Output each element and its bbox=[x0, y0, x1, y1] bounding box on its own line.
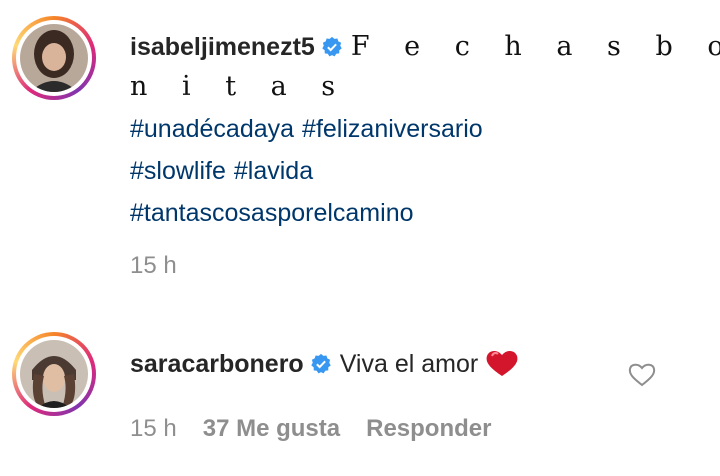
avatar-isabeljimenezt5[interactable] bbox=[12, 16, 96, 100]
caption-text: F e c h a s b o bbox=[350, 31, 720, 62]
reply-button[interactable]: Responder bbox=[366, 415, 491, 442]
comment-isabeljimenezt5: isabeljimenezt5 F e c h a s b o n i t a s… bbox=[0, 0, 720, 300]
comment-time[interactable]: 15 h bbox=[130, 415, 177, 442]
caption-text-continued: n i t a s bbox=[130, 71, 349, 102]
heart-outline-icon[interactable] bbox=[627, 360, 657, 388]
hashtag-link[interactable]: #felizaniversario bbox=[302, 115, 483, 143]
comment-meta: 15 h 37 Me gusta Responder bbox=[130, 415, 700, 443]
avatar-saracarbonero[interactable] bbox=[12, 332, 96, 416]
hashtag-link[interactable]: #tantascosasporelcamino bbox=[130, 199, 414, 227]
verified-badge-icon bbox=[310, 353, 331, 374]
red-heart-emoji bbox=[486, 350, 518, 376]
hashtag-link[interactable]: #slowlife bbox=[130, 157, 226, 185]
comment-saracarbonero: saracarbonero Viva el amor 15 h 37 Me gust… bbox=[0, 318, 720, 476]
comment-text: Viva el amor bbox=[339, 350, 479, 378]
avatar-photo bbox=[20, 340, 88, 408]
hashtag-link[interactable]: #lavida bbox=[234, 157, 313, 185]
comment-time[interactable]: 15 h bbox=[130, 252, 177, 279]
username-link[interactable]: isabeljimenezt5 bbox=[130, 33, 315, 61]
avatar-photo bbox=[20, 24, 88, 92]
verified-badge-icon bbox=[322, 36, 342, 57]
username-link[interactable]: saracarbonero bbox=[130, 350, 304, 378]
hashtag-link[interactable]: #unadécadaya bbox=[130, 115, 294, 143]
likes-count[interactable]: 37 Me gusta bbox=[203, 415, 340, 442]
